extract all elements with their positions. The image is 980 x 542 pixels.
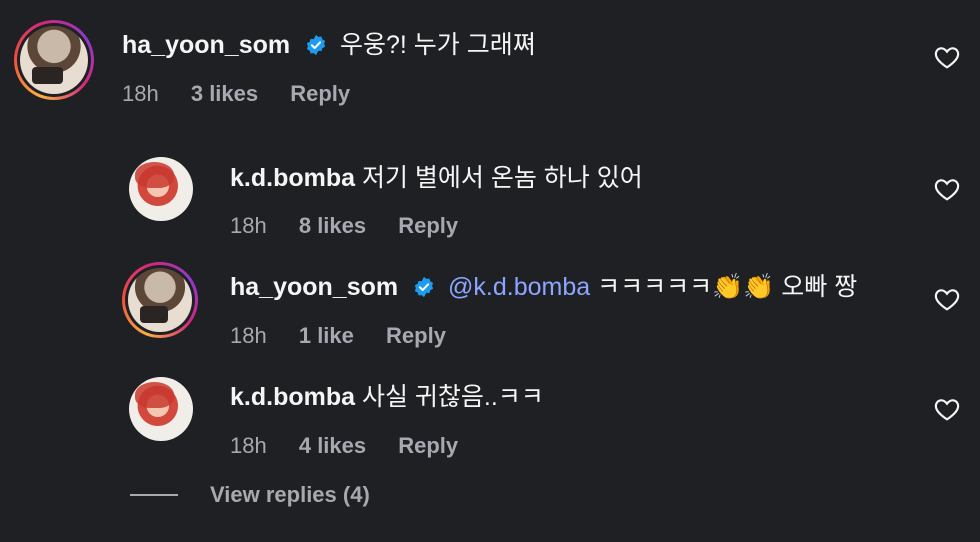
- comment-username[interactable]: ha_yoon_som: [230, 273, 398, 301]
- comment-text: 사실 귀찮음..ㅋㅋ: [361, 383, 544, 411]
- like-heart-icon[interactable]: [934, 287, 960, 311]
- avatar-ring[interactable]: [14, 20, 94, 100]
- verified-badge-icon: [414, 276, 434, 298]
- comment-time: 18h: [230, 213, 267, 238]
- like-heart-icon[interactable]: [934, 177, 960, 201]
- avatar: [20, 26, 88, 94]
- avatar-wrap[interactable]: [128, 156, 194, 222]
- comment-text: 저기 별에서 온놈 하나 있어: [361, 164, 643, 192]
- comment-username[interactable]: k.d.bomba: [230, 383, 355, 411]
- avatar: [129, 157, 193, 221]
- mention-link[interactable]: @k.d.bomba: [448, 273, 590, 301]
- view-replies-button[interactable]: View replies (4): [130, 482, 370, 508]
- likes-count[interactable]: 1 like: [299, 323, 354, 348]
- reply-button[interactable]: Reply: [398, 213, 458, 238]
- avatar: [128, 268, 192, 332]
- verified-badge-icon: [306, 34, 326, 56]
- comment-time: 18h: [230, 323, 267, 348]
- comment-time: 18h: [122, 81, 159, 106]
- comment-username[interactable]: k.d.bomba: [230, 164, 355, 192]
- reply-button[interactable]: Reply: [386, 323, 446, 348]
- likes-count[interactable]: 8 likes: [299, 213, 366, 238]
- avatar-wrap[interactable]: [128, 376, 194, 442]
- like-heart-icon[interactable]: [934, 45, 960, 69]
- like-heart-icon[interactable]: [934, 397, 960, 421]
- reply-button[interactable]: Reply: [290, 81, 350, 106]
- reply-button[interactable]: Reply: [398, 433, 458, 458]
- view-replies-label: View replies (4): [210, 482, 370, 507]
- divider-line: [130, 494, 178, 496]
- comment-text: ㅋㅋㅋㅋㅋ👏👏 오빠 짱: [597, 273, 858, 301]
- comment-time: 18h: [230, 433, 267, 458]
- likes-count[interactable]: 4 likes: [299, 433, 366, 458]
- avatar-ring[interactable]: [122, 262, 198, 338]
- likes-count[interactable]: 3 likes: [191, 81, 258, 106]
- comment-username[interactable]: ha_yoon_som: [122, 31, 290, 59]
- comment-text: 우웅?! 누가 그래쪄: [340, 31, 536, 59]
- avatar: [129, 377, 193, 441]
